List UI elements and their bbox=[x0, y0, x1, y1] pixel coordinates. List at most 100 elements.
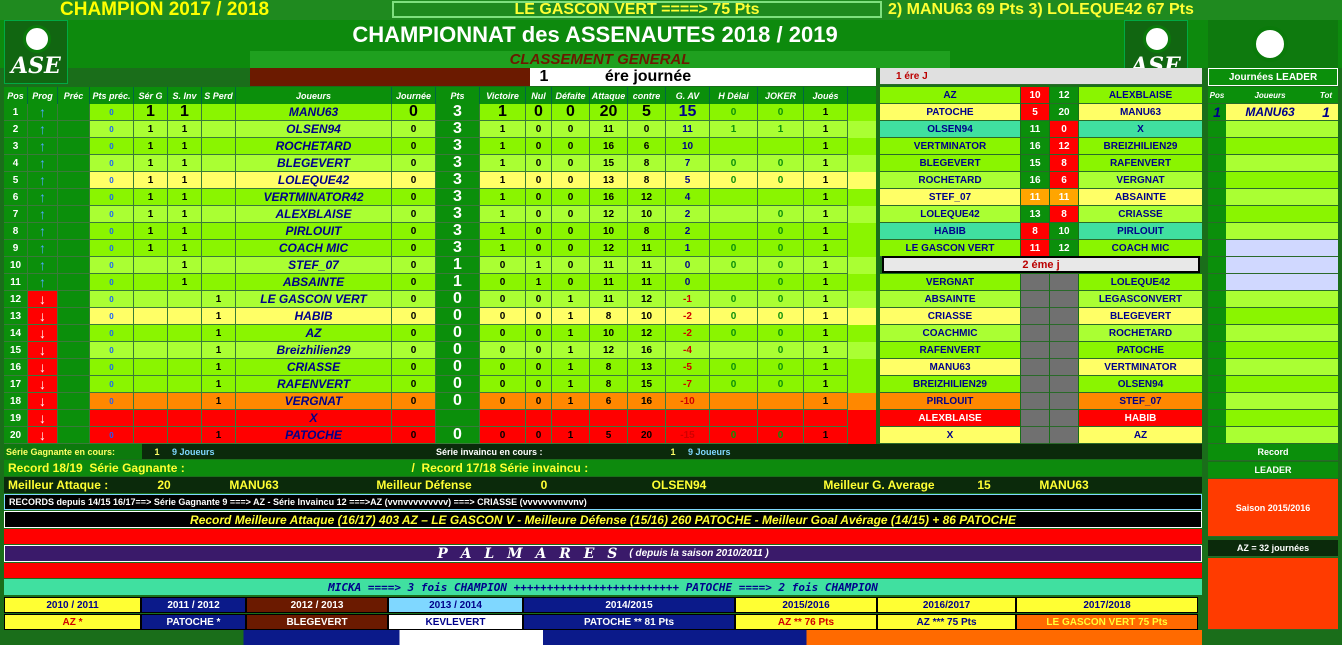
leader-cell-tot bbox=[1314, 206, 1338, 223]
cell-serg: 1 bbox=[134, 206, 168, 223]
cell-sinv bbox=[168, 376, 202, 393]
cell-prec bbox=[58, 206, 90, 223]
match-away[interactable]: STEF_07 bbox=[1079, 393, 1202, 410]
leader-cell-pos bbox=[1208, 359, 1226, 376]
player-name[interactable]: VERGNAT bbox=[236, 393, 392, 410]
score-home: 15 bbox=[1021, 155, 1049, 172]
match-home[interactable]: PIRLOUIT bbox=[880, 393, 1020, 410]
match-away[interactable]: PATOCHE bbox=[1079, 342, 1202, 359]
score-home-empty bbox=[1021, 291, 1049, 308]
leader-cell-tot bbox=[1314, 410, 1338, 427]
match-home[interactable]: STEF_07 bbox=[880, 189, 1020, 206]
cell-prec bbox=[58, 189, 90, 206]
match-away[interactable]: OLSEN94 bbox=[1079, 376, 1202, 393]
match-away[interactable]: MANU63 bbox=[1079, 104, 1202, 121]
player-name[interactable]: ROCHETARD bbox=[236, 138, 392, 155]
cell-gav: -4 bbox=[666, 342, 710, 359]
season-winner: AZ ** 76 Pts bbox=[735, 614, 877, 630]
player-name[interactable]: STEF_07 bbox=[236, 257, 392, 274]
match-home[interactable]: VERGNAT bbox=[880, 274, 1020, 291]
match-away[interactable]: X bbox=[1079, 121, 1202, 138]
cell-nul: 0 bbox=[526, 223, 552, 240]
score-home-empty bbox=[1021, 274, 1049, 291]
match-home[interactable]: CRIASSE bbox=[880, 308, 1020, 325]
cell-pos: 17 bbox=[4, 376, 28, 393]
player-name[interactable]: ALEXBLAISE bbox=[236, 206, 392, 223]
player-name[interactable]: Breizhilien29 bbox=[236, 342, 392, 359]
match-away[interactable]: CRIASSE bbox=[1079, 206, 1202, 223]
player-name[interactable]: CRIASSE bbox=[236, 359, 392, 376]
leader-cell-pos bbox=[1208, 155, 1226, 172]
match-away[interactable]: VERGNAT bbox=[1079, 172, 1202, 189]
cell-journee bbox=[392, 410, 436, 427]
player-name[interactable]: MANU63 bbox=[236, 104, 392, 121]
match-away[interactable]: ROCHETARD bbox=[1079, 325, 1202, 342]
player-name[interactable]: VERTMINATOR42 bbox=[236, 189, 392, 206]
player-name[interactable]: PATOCHE bbox=[236, 427, 392, 444]
cell-jok: 0 bbox=[758, 376, 804, 393]
cell-sperd bbox=[202, 121, 236, 138]
match-away[interactable]: ALEXBLAISE bbox=[1079, 87, 1202, 104]
player-name[interactable]: OLSEN94 bbox=[236, 121, 392, 138]
cell-def: 0 bbox=[552, 138, 590, 155]
score-away-empty bbox=[1050, 359, 1078, 376]
match-home[interactable]: ALEXBLAISE bbox=[880, 410, 1020, 427]
cell-pts: 0 bbox=[436, 325, 480, 342]
player-name[interactable]: LE GASCON VERT bbox=[236, 291, 392, 308]
leader-cell-pos bbox=[1208, 189, 1226, 206]
player-name[interactable]: RAFENVERT bbox=[236, 376, 392, 393]
cell-sinv: 1 bbox=[168, 240, 202, 257]
record-series-line: Record 18/19 Série Gagnante : / Record 1… bbox=[4, 460, 1202, 476]
match-away[interactable]: LOLEQUE42 bbox=[1079, 274, 1202, 291]
table-row: 5 ↑ 0 1 1 LOLEQUE42 0 3 1 0 0 13 8 5 0 0 1 bbox=[4, 172, 876, 189]
match-away[interactable]: ABSAINTE bbox=[1079, 189, 1202, 206]
cell-sinv: 1 bbox=[168, 138, 202, 155]
match-away[interactable]: VERTMINATOR bbox=[1079, 359, 1202, 376]
match-away[interactable]: LEGASCONVERT bbox=[1079, 291, 1202, 308]
match-home[interactable]: RAFENVERT bbox=[880, 342, 1020, 359]
match-away[interactable]: HABIB bbox=[1079, 410, 1202, 427]
match-home[interactable]: LOLEQUE42 bbox=[880, 206, 1020, 223]
cell-sperd: 1 bbox=[202, 427, 236, 444]
match-home[interactable]: HABIB bbox=[880, 223, 1020, 240]
match-home[interactable]: ROCHETARD bbox=[880, 172, 1020, 189]
player-name[interactable]: AZ bbox=[236, 325, 392, 342]
match-home[interactable]: OLSEN94 bbox=[880, 121, 1020, 138]
cell-joues: 1 bbox=[804, 308, 848, 325]
match-home[interactable]: X bbox=[880, 427, 1020, 444]
match-home[interactable]: AZ bbox=[880, 87, 1020, 104]
cell-att: 11 bbox=[590, 291, 628, 308]
match-away[interactable]: COACH MIC bbox=[1079, 240, 1202, 257]
player-name[interactable]: BLEGEVERT bbox=[236, 155, 392, 172]
match-away[interactable]: AZ bbox=[1079, 427, 1202, 444]
match-home[interactable]: VERTMINATOR bbox=[880, 138, 1020, 155]
cell-sperd bbox=[202, 240, 236, 257]
match-away[interactable]: BLEGEVERT bbox=[1079, 308, 1202, 325]
cell-sperd bbox=[202, 257, 236, 274]
arrow-up-icon: ↑ bbox=[28, 104, 58, 121]
match-home[interactable]: BREIZHILIEN29 bbox=[880, 376, 1020, 393]
leader-cell-pos bbox=[1208, 206, 1226, 223]
match-home[interactable]: LE GASCON VERT bbox=[880, 240, 1020, 257]
leader-red-block bbox=[1208, 558, 1338, 630]
player-name[interactable]: HABIB bbox=[236, 308, 392, 325]
match-away[interactable]: RAFENVERT bbox=[1079, 155, 1202, 172]
cell-att: 6 bbox=[590, 393, 628, 410]
player-name[interactable]: COACH MIC bbox=[236, 240, 392, 257]
match-home[interactable]: COACHMIC bbox=[880, 325, 1020, 342]
match-home[interactable]: PATOCHE bbox=[880, 104, 1020, 121]
table-row: 3 ↑ 0 1 1 ROCHETARD 0 3 1 0 0 16 6 10 1 bbox=[4, 138, 876, 155]
champions-count-line: MICKA ====> 3 fois CHAMPION ++++++++++++… bbox=[4, 579, 1202, 595]
match-home[interactable]: ABSAINTE bbox=[880, 291, 1020, 308]
player-name[interactable]: PIRLOUIT bbox=[236, 223, 392, 240]
cell-serg bbox=[134, 257, 168, 274]
match-home[interactable]: MANU63 bbox=[880, 359, 1020, 376]
match-away[interactable]: PIRLOUIT bbox=[1079, 223, 1202, 240]
cell-journee: 0 bbox=[392, 155, 436, 172]
player-name[interactable]: ABSAINTE bbox=[236, 274, 392, 291]
cell-jok: 0 bbox=[758, 206, 804, 223]
player-name[interactable]: LOLEQUE42 bbox=[236, 172, 392, 189]
match-home[interactable]: BLEGEVERT bbox=[880, 155, 1020, 172]
player-name[interactable]: X bbox=[236, 410, 392, 427]
match-away[interactable]: BREIZHILIEN29 bbox=[1079, 138, 1202, 155]
